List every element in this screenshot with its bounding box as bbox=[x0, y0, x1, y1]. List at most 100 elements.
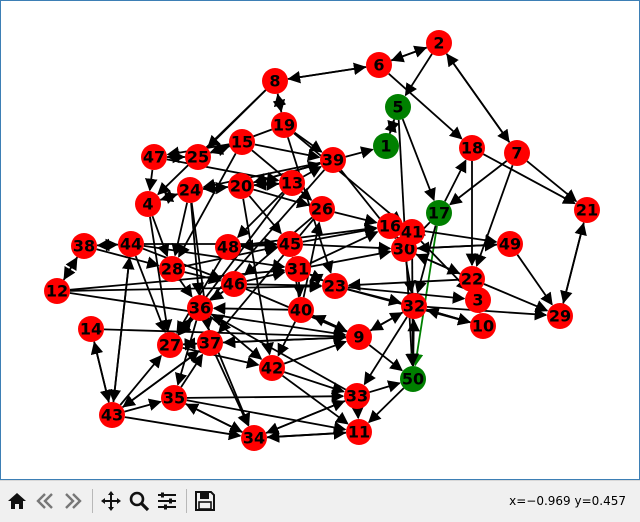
node-9: 9 bbox=[346, 324, 372, 350]
pan-icon bbox=[101, 491, 121, 511]
node-label: 21 bbox=[576, 201, 598, 220]
configure-subplots-button[interactable] bbox=[154, 488, 180, 514]
node-17: 17 bbox=[426, 200, 452, 226]
edge-32-33 bbox=[363, 316, 408, 386]
edge-45-30 bbox=[302, 241, 392, 255]
node-29: 29 bbox=[547, 303, 573, 329]
node-22: 22 bbox=[459, 266, 485, 292]
node-label: 40 bbox=[290, 301, 312, 320]
edge-50-11 bbox=[368, 387, 405, 424]
node-34: 34 bbox=[241, 425, 267, 451]
node-label: 37 bbox=[199, 334, 221, 353]
save-icon bbox=[195, 491, 215, 511]
node-2: 2 bbox=[426, 30, 452, 56]
edge-8-6 bbox=[287, 62, 367, 80]
edge-13-20 bbox=[253, 178, 280, 191]
node-label: 9 bbox=[353, 328, 364, 347]
back-icon bbox=[36, 493, 53, 509]
node-label: 20 bbox=[230, 177, 252, 196]
node-label: 48 bbox=[217, 238, 239, 257]
edge-39-1 bbox=[345, 146, 374, 159]
node-32: 32 bbox=[401, 293, 427, 319]
node-label: 43 bbox=[101, 406, 123, 425]
edge-9-32 bbox=[369, 312, 403, 332]
node-label: 22 bbox=[461, 270, 483, 289]
node-25: 25 bbox=[185, 144, 211, 170]
node-42: 42 bbox=[259, 355, 285, 381]
node-label: 10 bbox=[472, 317, 494, 336]
node-label: 5 bbox=[392, 98, 403, 117]
node-label: 14 bbox=[80, 320, 102, 339]
node-39: 39 bbox=[320, 147, 346, 173]
node-label: 45 bbox=[279, 235, 301, 254]
node-13: 13 bbox=[279, 170, 305, 196]
node-label: 4 bbox=[142, 195, 153, 214]
edge-14-43 bbox=[93, 341, 113, 403]
nodes-layer: 1234567891011121314151617181920212223242… bbox=[44, 30, 600, 451]
edge-31-30 bbox=[310, 247, 392, 268]
node-41: 41 bbox=[399, 219, 425, 245]
node-label: 19 bbox=[273, 116, 295, 135]
node-label: 23 bbox=[324, 277, 346, 296]
node-20: 20 bbox=[228, 173, 254, 199]
forward-button[interactable] bbox=[60, 488, 86, 514]
pan-button[interactable] bbox=[98, 488, 124, 514]
edge-47-4 bbox=[144, 169, 158, 192]
node-7: 7 bbox=[504, 140, 530, 166]
node-6: 6 bbox=[366, 52, 392, 78]
node-14: 14 bbox=[78, 316, 104, 342]
edge-35-33 bbox=[186, 390, 345, 403]
node-label: 26 bbox=[311, 200, 333, 219]
zoom-button[interactable] bbox=[126, 488, 152, 514]
node-16: 16 bbox=[377, 213, 403, 239]
edge-7-17 bbox=[449, 160, 508, 206]
edge-22-29 bbox=[483, 283, 549, 313]
edge-29-21 bbox=[562, 222, 587, 304]
node-28: 28 bbox=[159, 256, 185, 282]
save-button[interactable] bbox=[192, 488, 218, 514]
edge-9-50 bbox=[368, 344, 403, 372]
node-47: 47 bbox=[141, 144, 167, 170]
cursor-coordinates: x=−0.969 y=0.457 bbox=[509, 494, 626, 508]
node-48: 48 bbox=[215, 234, 241, 260]
network-graph: 1234567891011121314151617181920212223242… bbox=[44, 30, 600, 451]
edge-33-11 bbox=[351, 406, 364, 420]
back-button[interactable] bbox=[32, 488, 58, 514]
node-21: 21 bbox=[574, 197, 600, 223]
node-label: 7 bbox=[511, 144, 522, 163]
node-46: 46 bbox=[221, 271, 247, 297]
edge-44-38 bbox=[96, 238, 119, 252]
edge-7-2 bbox=[446, 53, 511, 143]
node-35: 35 bbox=[161, 385, 187, 411]
node-label: 29 bbox=[549, 307, 571, 326]
node-49: 49 bbox=[497, 231, 523, 257]
edge-34-11 bbox=[266, 427, 347, 440]
node-label: 17 bbox=[428, 204, 450, 223]
edge-38-12 bbox=[63, 256, 79, 281]
figure-canvas[interactable]: 1 2 3 4 5 6 7 8 9 10 11 12 13 14 15 16 17 18 19 20 21 22 23 24 2… bbox=[0, 0, 640, 480]
home-button[interactable] bbox=[4, 488, 30, 514]
node-label: 32 bbox=[403, 297, 425, 316]
node-27: 27 bbox=[157, 332, 183, 358]
edge-40-36 bbox=[212, 302, 289, 315]
node-label: 2 bbox=[433, 34, 444, 53]
node-label: 28 bbox=[161, 260, 183, 279]
node-label: 44 bbox=[120, 235, 142, 254]
node-label: 49 bbox=[499, 235, 521, 254]
node-33: 33 bbox=[344, 383, 370, 409]
node-24: 24 bbox=[177, 177, 203, 203]
node-26: 26 bbox=[309, 196, 335, 222]
edge-49-29 bbox=[516, 254, 553, 306]
node-12: 12 bbox=[44, 278, 70, 304]
forward-icon bbox=[65, 493, 82, 509]
edge-5-17 bbox=[401, 118, 436, 202]
edge-20-24 bbox=[202, 181, 229, 195]
node-19: 19 bbox=[271, 112, 297, 138]
node-label: 12 bbox=[46, 282, 68, 301]
home-icon bbox=[8, 493, 26, 509]
node-43: 43 bbox=[99, 402, 125, 428]
node-50: 50 bbox=[400, 366, 426, 392]
node-label: 11 bbox=[348, 423, 370, 442]
node-11: 11 bbox=[346, 419, 372, 445]
edge-24-28 bbox=[171, 202, 188, 257]
